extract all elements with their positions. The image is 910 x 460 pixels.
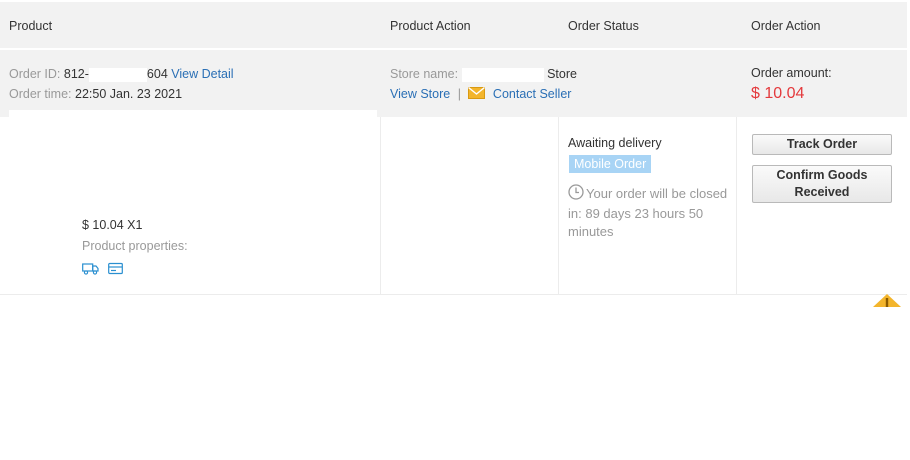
order-id-redaction [88, 67, 147, 82]
order-time-value: 22:50 Jan. 23 2021 [75, 87, 183, 101]
store-links-line: View Store | Contact Seller [390, 87, 571, 102]
product-price-qty: $ 10.04 X1 [82, 218, 143, 232]
order-table-header: Product Product Action Order Status Orde… [0, 2, 907, 48]
header-product: Product [9, 19, 53, 33]
order-amount-label: Order amount: [751, 66, 832, 80]
header-product-action: Product Action [390, 19, 471, 33]
track-order-button[interactable]: Track Order [752, 134, 892, 155]
header-order-action: Order Action [751, 19, 821, 33]
order-time-line: Order time: 22:50 Jan. 23 2021 [9, 87, 182, 101]
confirm-goods-received-button[interactable]: Confirm Goods Received [752, 165, 892, 203]
column-divider-3 [736, 117, 737, 295]
order-closing-note: Your order will be closed in: 89 days 23… [568, 184, 736, 241]
store-name-line: Store name: Store [390, 67, 577, 82]
mail-icon[interactable] [468, 87, 486, 102]
view-detail-link[interactable]: View Detail [171, 67, 233, 81]
warning-icon[interactable] [872, 293, 902, 310]
truck-icon[interactable] [82, 262, 99, 278]
product-properties-label: Product properties: [82, 239, 188, 253]
column-divider-1 [380, 117, 381, 295]
contact-seller-link[interactable]: Contact Seller [493, 87, 572, 101]
column-divider-2 [558, 117, 559, 295]
store-name-label: Store name: [390, 67, 459, 81]
order-id-suffix: 604 [146, 67, 168, 81]
order-id-line: Order ID: 812- 604 View Detail [9, 67, 234, 82]
order-amount-value: $ 10.04 [751, 85, 805, 102]
order-id-label: Order ID: [9, 67, 61, 81]
order-id-prefix: 812- [63, 67, 89, 81]
order-status-text: Awaiting delivery [568, 136, 662, 150]
store-name-suffix: Store [547, 67, 577, 81]
card-icon[interactable] [108, 262, 124, 278]
order-time-label: Order time: [9, 87, 72, 101]
header-order-status: Order Status [568, 19, 639, 33]
order-info-row: Order ID: 812- 604 View Detail Order time… [0, 50, 907, 117]
product-redaction [9, 110, 377, 122]
order-closing-text: Your order will be closed in: 89 days 23… [568, 185, 728, 239]
view-store-link[interactable]: View Store [390, 87, 450, 101]
store-name-redaction [461, 67, 544, 82]
product-icons [82, 262, 124, 278]
mobile-order-badge: Mobile Order [569, 155, 652, 173]
link-separator: | [457, 87, 461, 101]
clock-icon [568, 184, 584, 205]
